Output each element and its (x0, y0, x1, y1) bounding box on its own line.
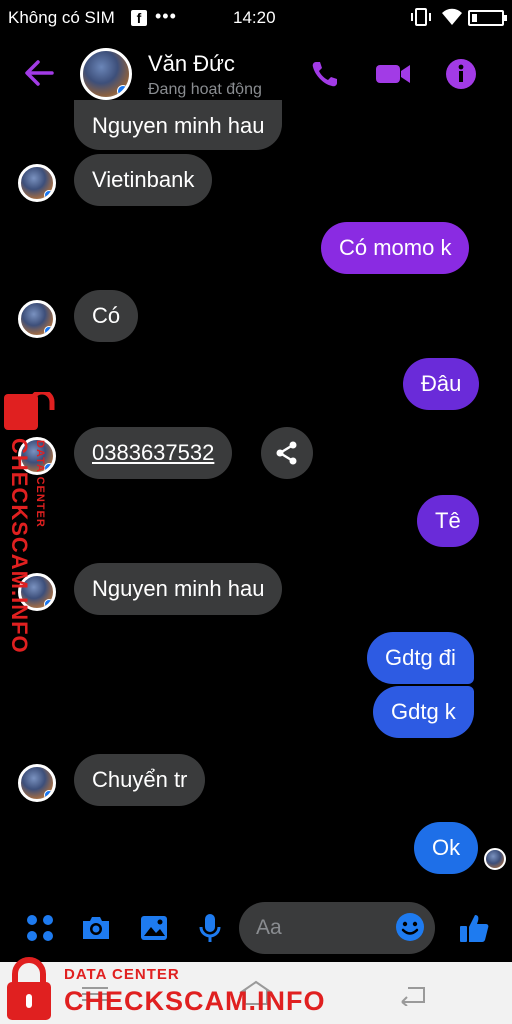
message-outgoing[interactable]: Tê (417, 495, 479, 547)
clock: 14:20 (233, 8, 276, 27)
message-outgoing[interactable]: Đâu (403, 358, 480, 410)
message-outgoing[interactable]: Gdtg k (373, 686, 474, 738)
message-incoming-phone-link[interactable]: 0383637532 (74, 427, 233, 479)
microphone-icon[interactable] (194, 912, 226, 944)
thumbs-up-icon[interactable] (458, 912, 490, 944)
status-bar: Không có SIM f ••• 14:20 (0, 0, 512, 36)
info-icon[interactable] (444, 58, 478, 90)
contact-name[interactable]: Văn Đức (148, 51, 235, 77)
watermark-vertical: CHECKSCAM.INFO DATA CENTER (6, 438, 46, 654)
verified-icon (117, 85, 129, 97)
watermark-lock-icon (7, 957, 51, 1020)
active-status: Đang hoạt động (148, 81, 262, 98)
gallery-icon[interactable] (138, 912, 170, 944)
message-input[interactable]: Aa (239, 902, 435, 954)
menu-dots-icon[interactable] (24, 912, 56, 944)
watermark-tag: DATA CENTER (64, 966, 180, 983)
message-incoming[interactable]: Nguyen minh hau (74, 100, 283, 150)
share-icon (276, 441, 297, 465)
nav-back-icon[interactable] (398, 982, 428, 1006)
watermark-brand: CHECKSCAM.INFO (64, 986, 326, 1016)
contact-avatar[interactable] (80, 48, 132, 100)
watermark-lock-icon (4, 392, 55, 430)
message-incoming[interactable]: Vietinbank (74, 154, 213, 206)
back-arrow-icon[interactable] (22, 58, 56, 88)
vibrate-icon (411, 8, 431, 26)
video-call-icon[interactable] (374, 58, 412, 90)
wifi-icon (442, 8, 462, 26)
message-outgoing[interactable]: Ok (414, 822, 479, 874)
sender-avatar (18, 300, 56, 338)
message-outgoing[interactable]: Có momo k (321, 222, 470, 274)
watermark-tag: DATA CENTER (34, 440, 46, 528)
share-button[interactable] (261, 427, 313, 479)
facebook-icon: f (131, 10, 147, 26)
message-incoming[interactable]: Có (74, 290, 139, 342)
emoji-icon[interactable] (395, 912, 425, 942)
message-input-placeholder: Aa (256, 916, 282, 939)
sender-avatar (18, 164, 56, 202)
message-incoming[interactable]: Nguyen minh hau (74, 563, 283, 615)
watermark-brand: CHECKSCAM.INFO (7, 438, 32, 654)
camera-icon[interactable] (80, 912, 112, 944)
seen-avatar (484, 848, 506, 870)
sender-avatar (18, 764, 56, 802)
message-outgoing[interactable]: Gdtg đi (367, 632, 474, 684)
more-notifications-icon: ••• (155, 6, 177, 26)
composer-bar: Aa (0, 900, 512, 962)
battery-icon (468, 10, 507, 26)
message-incoming[interactable]: Chuyển tr (74, 754, 206, 806)
carrier-label: Không có SIM (8, 8, 115, 27)
phone-call-icon[interactable] (308, 58, 342, 90)
